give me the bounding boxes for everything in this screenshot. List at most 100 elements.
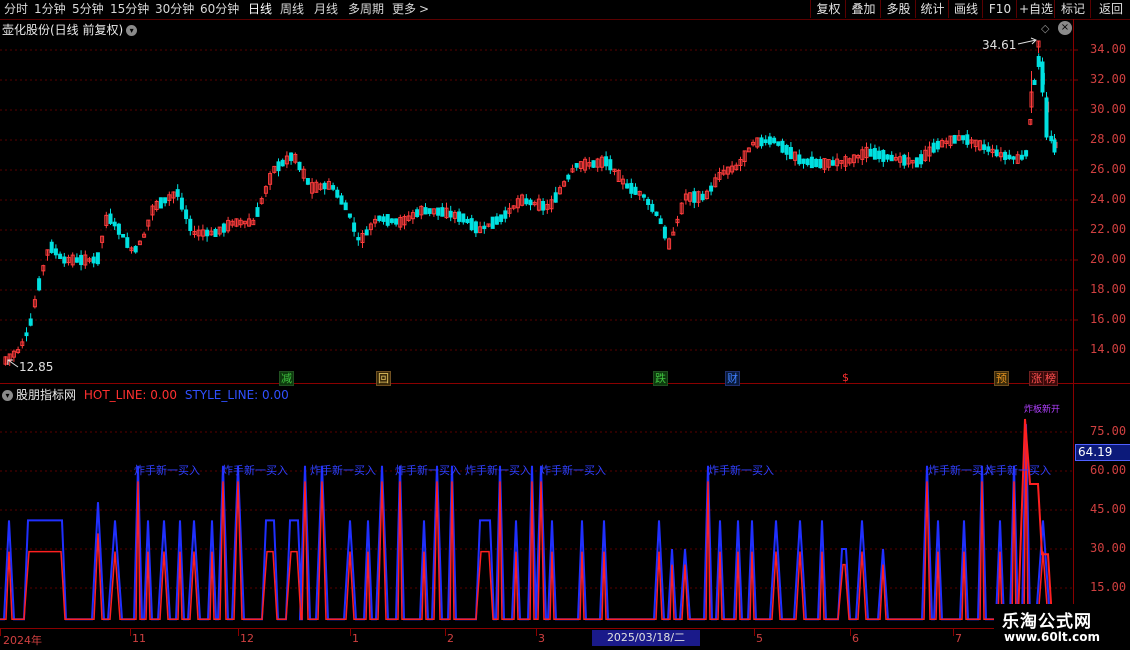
event-marker-rise[interactable]: 涨 xyxy=(1029,371,1044,386)
candle-body xyxy=(28,318,33,326)
candle-body xyxy=(95,252,100,265)
candle-body xyxy=(553,192,558,203)
candle-body xyxy=(1040,61,1045,93)
candle-body xyxy=(1036,56,1041,67)
candle-body xyxy=(297,161,302,171)
event-marker-finance[interactable]: 财 xyxy=(725,371,740,386)
dropdown-icon[interactable]: ▾ xyxy=(126,25,138,36)
watermark: 乐淘公式网 www.60lt.com xyxy=(994,604,1130,650)
candle-body xyxy=(608,159,613,171)
price-tick: 18.00 xyxy=(1090,282,1127,296)
candle-body xyxy=(914,157,919,168)
candle-body xyxy=(650,203,655,212)
candle-body xyxy=(461,213,466,223)
cursor-date-label: 2025/03/18/二 xyxy=(592,630,700,646)
event-marker-ranking[interactable]: 榜 xyxy=(1043,371,1058,386)
candle-body xyxy=(692,191,697,203)
price-tick: 20.00 xyxy=(1090,252,1127,266)
candle-body xyxy=(1024,150,1029,157)
dropdown-icon[interactable]: ▾ xyxy=(2,390,13,401)
candle-body xyxy=(305,178,310,185)
candle-body xyxy=(448,210,453,218)
candle-body xyxy=(213,229,218,237)
candle-body xyxy=(1007,154,1012,160)
candle-body xyxy=(830,160,835,166)
candle-body xyxy=(465,218,470,224)
candle-body xyxy=(902,154,907,166)
style-line xyxy=(0,424,1073,621)
candle-body xyxy=(352,222,357,232)
candle-body xyxy=(184,209,189,220)
candle-body xyxy=(994,149,999,157)
candle-body xyxy=(490,216,495,229)
candle-body xyxy=(74,257,79,263)
candle-body xyxy=(24,332,29,337)
stock-title[interactable]: 壶化股份(日线 前复权) ▾ xyxy=(2,21,138,38)
candle-body xyxy=(658,218,663,225)
candle-body xyxy=(776,141,781,146)
diamond-icon[interactable]: ◇ xyxy=(1041,22,1049,35)
watermark-url: www.60lt.com xyxy=(1004,630,1101,644)
event-marker-drop[interactable]: 跌 xyxy=(653,371,668,386)
candle-body xyxy=(1032,80,1037,85)
candle-body xyxy=(423,207,428,215)
candle-body xyxy=(482,225,487,230)
candle-body xyxy=(931,142,936,153)
event-marker-reduce[interactable]: 减 xyxy=(279,371,294,386)
candle-body xyxy=(885,154,890,160)
indicator-name[interactable]: 股朋指标网 xyxy=(16,388,76,402)
candle-body xyxy=(868,148,873,157)
candle-body xyxy=(877,150,882,160)
price-tick: 24.00 xyxy=(1090,192,1127,206)
price-tick: 30.00 xyxy=(1090,102,1127,116)
candle-body xyxy=(469,218,474,231)
candle-body xyxy=(179,197,184,210)
x-axis-label: 5 xyxy=(756,632,763,645)
candle-body xyxy=(91,256,96,264)
grid xyxy=(0,49,1073,589)
event-marker-forecast[interactable]: 预 xyxy=(994,371,1009,386)
candle-body xyxy=(1011,156,1016,160)
candle-body xyxy=(759,137,764,147)
candle-body xyxy=(280,159,285,167)
candle-body xyxy=(116,223,121,235)
candle-body xyxy=(524,198,529,205)
candle-body xyxy=(415,209,420,217)
candle-body xyxy=(473,221,478,234)
candle-body xyxy=(62,256,67,264)
price-tick: 22.00 xyxy=(1090,222,1127,236)
style-line-value: STYLE_LINE: 0.00 xyxy=(184,388,289,402)
stock-title-text: 壶化股份(日线 前复权) xyxy=(2,23,124,37)
indicator-tick: 75.00 xyxy=(1090,424,1127,438)
indicator-tick: 45.00 xyxy=(1090,502,1127,516)
candle-body xyxy=(805,158,810,166)
candle-body xyxy=(339,195,344,205)
event-marker-dollar[interactable]: $ xyxy=(839,371,852,384)
price-tick: 26.00 xyxy=(1090,162,1127,176)
indicator-series xyxy=(0,418,1073,621)
event-marker-buyback[interactable]: 回 xyxy=(376,371,391,386)
signal-label: 炸手新一买入 xyxy=(395,464,461,477)
chart-canvas[interactable] xyxy=(0,0,1130,650)
candle-body xyxy=(1019,154,1024,160)
candle-body xyxy=(654,211,659,216)
candle-body xyxy=(801,158,806,164)
candle-body xyxy=(427,208,432,214)
candle-body xyxy=(389,218,394,223)
high-price-label: 34.61 xyxy=(982,38,1017,52)
candle-body xyxy=(335,189,340,198)
signal-label: 炸手新一买入 xyxy=(134,464,200,477)
candle-body xyxy=(289,152,294,162)
candle-body xyxy=(133,245,138,253)
candle-body xyxy=(175,189,180,197)
close-icon[interactable]: × xyxy=(1058,21,1072,35)
indicator-tick: 30.00 xyxy=(1090,541,1127,555)
x-axis-label: 2 xyxy=(447,632,454,645)
candle-body xyxy=(377,215,382,222)
candle-body xyxy=(347,213,352,218)
candle-body xyxy=(818,158,823,169)
x-axis-label: 6 xyxy=(852,632,859,645)
candle-body xyxy=(188,218,193,231)
candle-body xyxy=(919,154,924,165)
candle-body xyxy=(221,223,226,233)
